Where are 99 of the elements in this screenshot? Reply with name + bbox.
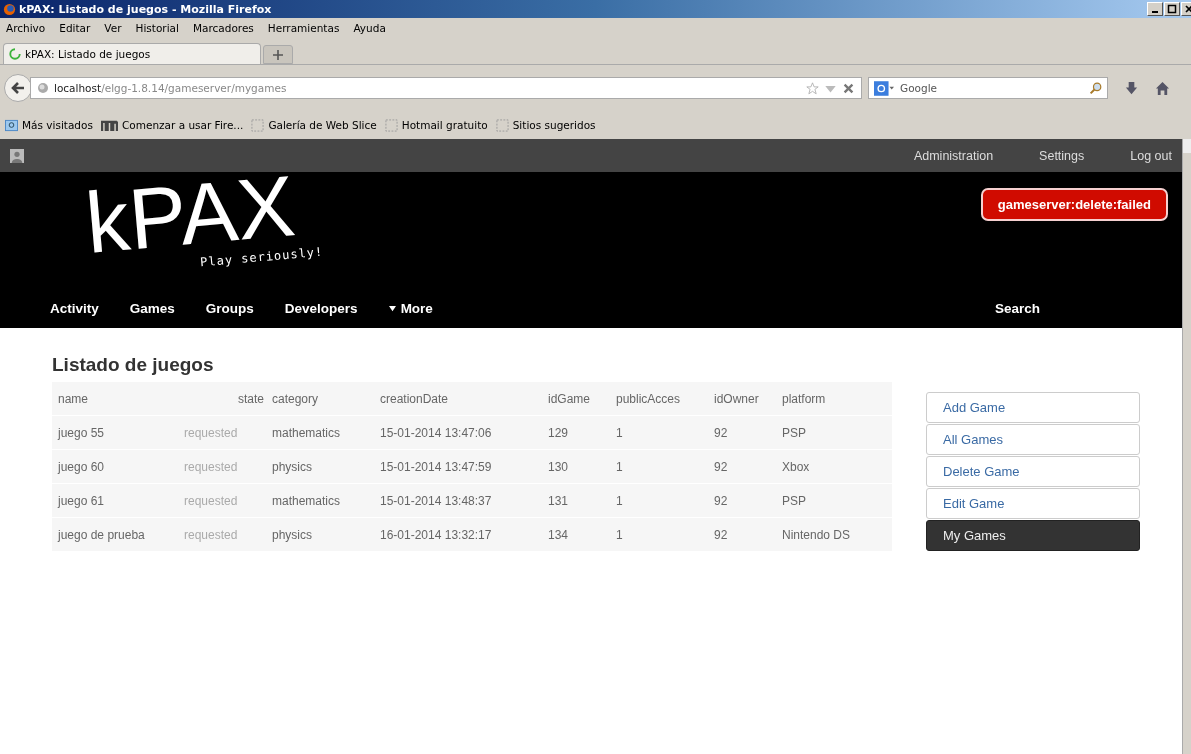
minimize-button[interactable] <box>1147 2 1163 16</box>
table-cell: 15-01-2014 13:47:06 <box>374 415 542 450</box>
bookmark-item[interactable]: Galería de Web Slice <box>251 118 377 132</box>
address-field[interactable]: localhost/elgg-1.8.14/gameserver/mygames <box>30 77 862 99</box>
table-cell: 130 <box>542 449 610 484</box>
url-text: localhost/elgg-1.8.14/gameserver/mygames <box>54 82 287 94</box>
column-header: state <box>178 382 266 416</box>
column-header: publicAcces <box>610 382 708 416</box>
star-icon[interactable] <box>806 81 819 95</box>
bookmark-item[interactable]: Comenzar a usar Fire... <box>100 118 244 132</box>
page-heading: Listado de juegos <box>52 354 215 376</box>
column-header: idOwner <box>708 382 776 416</box>
table-cell: requested <box>178 449 266 484</box>
column-header: idGame <box>542 382 610 416</box>
table-cell: juego 55 <box>52 415 178 450</box>
close-icon <box>1184 4 1191 14</box>
column-header: name <box>52 382 178 416</box>
table-cell: 15-01-2014 13:47:59 <box>374 449 542 484</box>
window-title: kPAX: Listado de juegos - Mozilla Firefox <box>19 2 273 16</box>
table-cell: PSP <box>776 415 892 450</box>
sidebar-item[interactable]: My Games <box>926 520 1140 551</box>
download-icon[interactable] <box>1124 80 1139 96</box>
table-cell: Nintendo DS <box>776 517 892 552</box>
scrollbar[interactable] <box>1182 139 1191 754</box>
nav-link[interactable]: Developers <box>284 301 358 316</box>
search-icon[interactable] <box>1089 81 1102 95</box>
error-message: gameserver:delete:failed <box>980 188 1168 221</box>
dashed-square-icon <box>251 118 265 132</box>
menu-item[interactable]: Historial <box>135 22 179 34</box>
table-cell: 92 <box>708 483 776 518</box>
table-cell: 1 <box>610 517 708 552</box>
table-cell: 92 <box>708 517 776 552</box>
table-cell: 129 <box>542 415 610 450</box>
column-header: platform <box>776 382 892 416</box>
sidebar-item[interactable]: Add Game <box>926 392 1140 423</box>
topbar-link[interactable]: Log out <box>1130 148 1172 163</box>
caret-icon <box>388 305 396 312</box>
table-cell: PSP <box>776 483 892 518</box>
table-cell: requested <box>178 415 266 450</box>
sidebar-item[interactable]: All Games <box>926 424 1140 455</box>
table-cell: 92 <box>708 449 776 484</box>
search-engine-icon[interactable] <box>874 80 894 96</box>
table-cell: 1 <box>610 483 708 518</box>
menu-item[interactable]: Editar <box>59 22 91 34</box>
tab-title: kPAX: Listado de juegos <box>25 48 151 60</box>
nav-link[interactable]: More <box>388 301 433 316</box>
column-header: category <box>266 382 374 416</box>
folder-search-icon <box>5 118 18 132</box>
table-cell: mathematics <box>266 415 374 450</box>
table-cell: physics <box>266 517 374 552</box>
table-cell: 15-01-2014 13:48:37 <box>374 483 542 518</box>
avatar-icon[interactable] <box>10 148 24 163</box>
search-field[interactable]: Google <box>868 77 1108 99</box>
nav-link[interactable]: Games <box>129 301 175 316</box>
table-cell: juego 60 <box>52 449 178 484</box>
plus-icon <box>272 48 284 61</box>
topbar-link[interactable]: Settings <box>1039 148 1085 163</box>
maximize-icon <box>1167 4 1177 14</box>
globe-icon <box>37 82 49 94</box>
table-cell: Xbox <box>776 449 892 484</box>
table-cell: juego de prueba <box>52 517 178 552</box>
dashed-square-icon <box>495 118 509 132</box>
table-cell: 1 <box>610 449 708 484</box>
dashed-square-icon <box>384 118 398 132</box>
search-link[interactable]: Search <box>994 301 1040 316</box>
topbar-link[interactable]: Administration <box>913 148 994 163</box>
table-cell: 1 <box>610 415 708 450</box>
bookmark-item[interactable]: Hotmail gratuito <box>384 118 488 132</box>
table-cell: mathematics <box>266 483 374 518</box>
nav-link[interactable]: Groups <box>205 301 254 316</box>
menu-item[interactable]: Herramientas <box>267 22 340 34</box>
minimize-icon <box>1152 11 1158 13</box>
bookmark-item[interactable]: Más visitados <box>5 118 93 132</box>
column-header: creationDate <box>374 382 542 416</box>
back-button[interactable] <box>4 74 32 102</box>
menu-item[interactable]: Ver <box>104 22 122 34</box>
m-logo-icon <box>100 118 118 132</box>
sidebar-item[interactable]: Delete Game <box>926 456 1140 487</box>
home-icon[interactable] <box>1155 80 1170 96</box>
table-cell: requested <box>178 517 266 552</box>
nav-link[interactable]: Activity <box>50 301 99 316</box>
sidebar-item[interactable]: Edit Game <box>926 488 1140 519</box>
browser-tab[interactable]: kPAX: Listado de juegos <box>3 43 261 64</box>
bookmark-item[interactable]: Sitios sugeridos <box>495 118 596 132</box>
table-cell: 92 <box>708 415 776 450</box>
menu-item[interactable]: Ayuda <box>353 22 386 34</box>
close-icon[interactable] <box>842 81 855 95</box>
menu-item[interactable]: Marcadores <box>192 22 254 34</box>
table-cell: 131 <box>542 483 610 518</box>
table-cell: requested <box>178 483 266 518</box>
table-cell: juego 61 <box>52 483 178 518</box>
menu-item[interactable]: Archivo <box>6 22 46 34</box>
maximize-button[interactable] <box>1164 2 1180 16</box>
back-arrow-icon <box>10 80 26 96</box>
table-cell: 134 <box>542 517 610 552</box>
globe-icon <box>3 2 16 16</box>
table-cell: physics <box>266 449 374 484</box>
table-cell: 16-01-2014 13:32:17 <box>374 517 542 552</box>
new-tab-button[interactable] <box>263 45 293 64</box>
